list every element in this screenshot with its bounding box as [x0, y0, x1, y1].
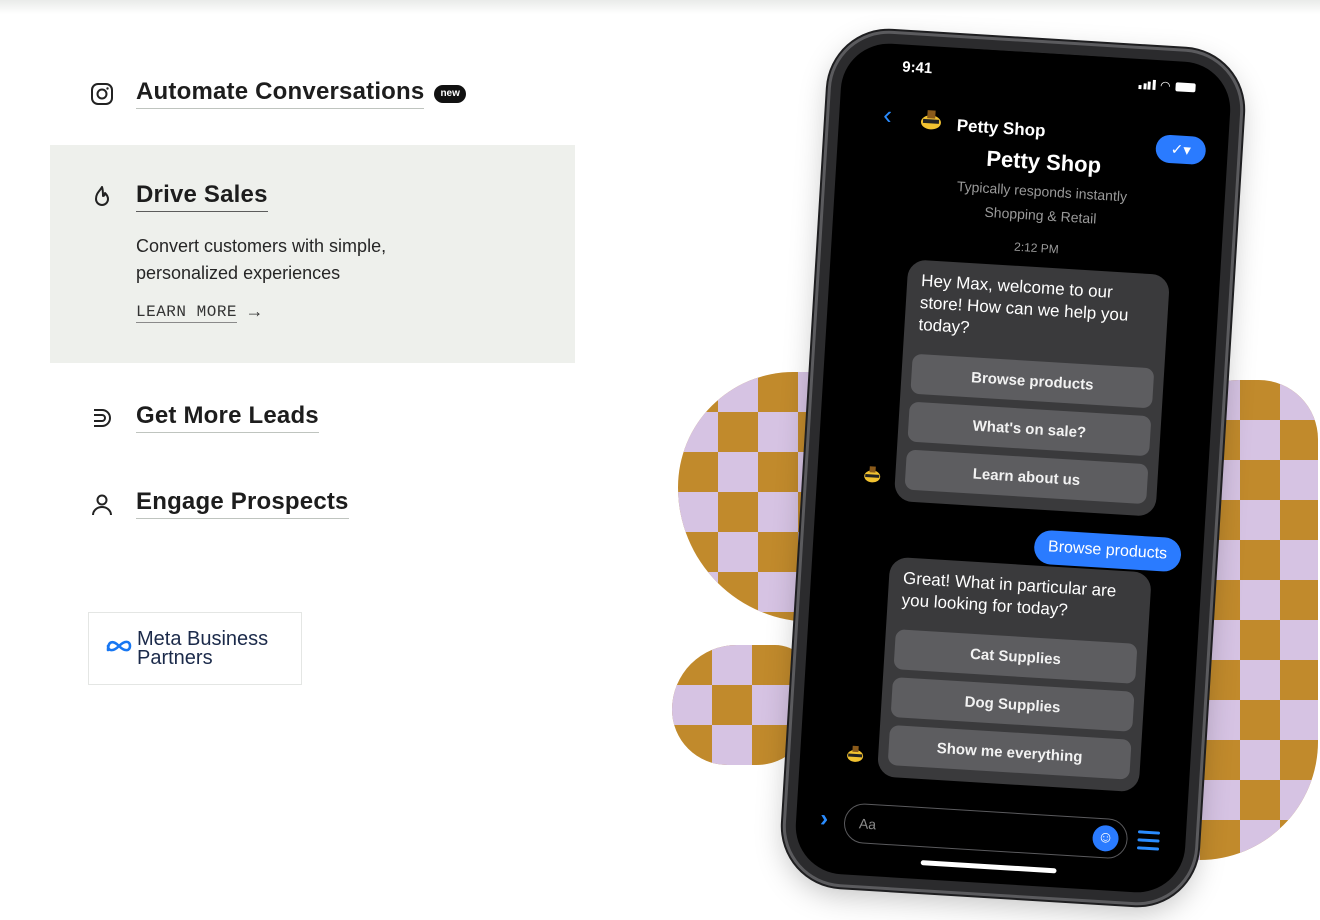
meta-business-partners-badge: Meta Business Partners — [88, 612, 302, 685]
partner-brand: Meta Business — [137, 627, 269, 650]
chevron-right-icon[interactable]: › — [819, 805, 829, 833]
active-feature-panel: Drive Sales Convert customers with simpl… — [50, 145, 575, 363]
magnet-icon — [88, 404, 116, 432]
menu-item-title: Get More Leads — [136, 402, 319, 433]
bot-avatar-icon — [847, 745, 864, 762]
arrow-right-icon: → — [249, 303, 260, 323]
menu-item-engage-prospects[interactable]: Engage Prospects — [88, 488, 349, 519]
signal-icon — [1138, 79, 1156, 90]
quick-reply-button[interactable]: Browse products — [910, 353, 1155, 409]
bot-message-text: Great! What in particular are you lookin… — [901, 568, 1117, 620]
composer-placeholder: Aa — [858, 815, 877, 833]
status-icons: ◠ — [1138, 77, 1196, 94]
bot-message-text: Hey Max, welcome to our store! How can w… — [918, 271, 1129, 338]
quick-reply-button[interactable]: Cat Supplies — [893, 629, 1138, 684]
bot-message-bubble: Great! What in particular are you lookin… — [876, 556, 1152, 793]
flame-icon — [88, 183, 116, 211]
home-indicator — [920, 860, 1057, 874]
quick-reply-button[interactable]: Dog Supplies — [890, 677, 1135, 732]
phone-mockup: 9:41 ◠ ‹ Petty Shop ✓▾ Petty Shop Typica… — [782, 30, 1244, 906]
menu-item-get-more-leads[interactable]: Get More Leads — [88, 402, 319, 433]
shop-avatar — [920, 110, 941, 130]
phone-notch — [961, 48, 1114, 84]
status-time: 9:41 — [901, 58, 933, 78]
meta-logo-icon — [105, 638, 133, 659]
battery-icon — [1175, 81, 1196, 92]
learn-more-link[interactable]: LEARN MORE → — [136, 303, 260, 323]
emoji-icon[interactable]: ☺ — [1091, 824, 1120, 853]
menu-icon[interactable] — [1136, 830, 1161, 855]
bot-message-bubble: Hey Max, welcome to our store! How can w… — [893, 259, 1171, 517]
quick-reply-button[interactable]: Show me everything — [887, 724, 1132, 780]
person-icon — [88, 490, 116, 518]
menu-item-automate-conversations[interactable]: Automate Conversations new — [88, 78, 466, 109]
partner-subtitle: Partners — [137, 646, 213, 669]
top-shade — [0, 0, 1320, 14]
new-badge: new — [434, 84, 466, 103]
menu-item-drive-sales[interactable]: Drive Sales — [88, 181, 268, 212]
quick-reply-button[interactable]: Learn about us — [904, 449, 1149, 505]
menu-item-title: Automate Conversations — [136, 78, 425, 109]
partner-text: Meta Business Partners — [137, 627, 269, 669]
menu-item-title: Drive Sales — [136, 181, 268, 212]
message-composer-input[interactable]: Aa ☺ — [842, 802, 1129, 860]
menu-item-title: Engage Prospects — [136, 488, 349, 519]
message-timestamp: 2:12 PM — [1013, 239, 1060, 257]
messenger-screen: 9:41 ◠ ‹ Petty Shop ✓▾ Petty Shop Typica… — [792, 40, 1234, 896]
wifi-icon: ◠ — [1159, 78, 1172, 93]
quick-reply-button[interactable]: What's on sale? — [907, 401, 1152, 457]
chat-header-shop-name: Petty Shop — [956, 115, 1047, 141]
learn-more-label: LEARN MORE — [136, 303, 238, 323]
instagram-icon — [88, 80, 116, 108]
bot-avatar-icon — [864, 466, 881, 483]
back-chevron-icon[interactable]: ‹ — [882, 99, 892, 130]
feature-description: Convert customers with simple, personali… — [136, 236, 387, 283]
